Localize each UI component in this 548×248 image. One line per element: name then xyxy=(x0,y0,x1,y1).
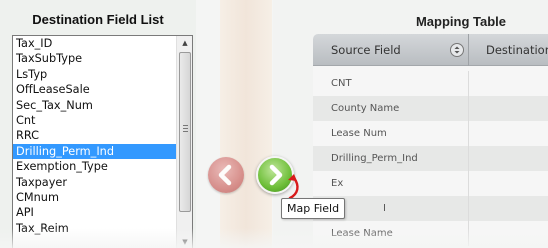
list-item[interactable]: Tax_ID xyxy=(13,36,177,51)
panel-divider xyxy=(220,0,272,248)
list-item[interactable]: CMnum xyxy=(13,190,177,205)
table-header: Source Field Destination xyxy=(313,34,548,66)
list-item[interactable]: Taxpayer xyxy=(13,175,177,190)
source-field-cell: Drilling_Perm_Ind xyxy=(331,153,418,164)
list-item[interactable]: Cnt xyxy=(13,113,177,128)
map-field-tooltip: Map Field xyxy=(281,198,346,219)
mapping-table-title: Mapping Table xyxy=(415,14,507,29)
column-separator xyxy=(468,146,469,171)
column-header-source-field[interactable]: Source Field xyxy=(331,34,401,66)
scroll-thumb[interactable] xyxy=(179,52,191,212)
unmap-field-button[interactable] xyxy=(208,157,244,193)
column-separator xyxy=(468,171,469,196)
table-row[interactable]: Lease Name xyxy=(313,221,548,246)
list-item[interactable]: RRC xyxy=(13,128,177,143)
column-separator xyxy=(468,121,469,146)
list-item[interactable]: Tax_Reim xyxy=(13,221,177,236)
list-scrollbar[interactable]: ▲ ▼ xyxy=(176,36,192,248)
mapping-table: Source Field Destination CNT County Name… xyxy=(313,34,548,248)
column-separator xyxy=(468,71,469,96)
destination-field-panel: Destination Field List Tax_ID TaxSubType… xyxy=(0,0,196,248)
curved-arrow-icon xyxy=(288,174,299,200)
table-row[interactable]: County Name xyxy=(313,96,548,121)
list-item[interactable]: TaxSubType xyxy=(13,51,177,66)
list-item[interactable]: LsTyp xyxy=(13,67,177,82)
source-field-cell: Lease Name xyxy=(331,228,393,239)
list-item-selected[interactable]: Drilling_Perm_Ind xyxy=(13,143,177,160)
list-item[interactable]: Sec_Tax_Num xyxy=(13,98,177,113)
column-separator xyxy=(468,221,469,246)
source-field-cell: Lease Num xyxy=(331,128,387,139)
table-row[interactable]: I xyxy=(313,196,548,221)
column-separator xyxy=(468,96,469,121)
list-item[interactable]: API xyxy=(13,205,177,220)
source-field-cell: I xyxy=(383,203,386,214)
list-item[interactable]: Exemption_Type xyxy=(13,159,177,174)
list-items: Tax_ID TaxSubType LsTyp OffLeaseSale Sec… xyxy=(13,36,192,236)
chevron-left-icon xyxy=(218,164,232,186)
column-separator xyxy=(468,196,469,221)
grip-icon xyxy=(183,125,188,132)
column-separator xyxy=(468,34,469,66)
table-row[interactable]: Drilling_Perm_Ind xyxy=(313,146,548,171)
source-field-cell: CNT xyxy=(331,78,352,89)
destination-field-list-title: Destination Field List xyxy=(32,12,164,27)
destination-field-list[interactable]: Tax_ID TaxSubType LsTyp OffLeaseSale Sec… xyxy=(12,35,193,248)
sort-icon[interactable] xyxy=(450,43,464,57)
source-field-cell: County Name xyxy=(331,103,400,114)
list-item[interactable]: OffLeaseSale xyxy=(13,82,177,97)
source-field-cell: Ex xyxy=(331,178,344,189)
column-header-destination[interactable]: Destination xyxy=(486,34,548,66)
scroll-up-arrow-icon[interactable]: ▲ xyxy=(177,36,192,50)
table-row[interactable]: Ex xyxy=(313,171,548,196)
table-row[interactable]: CNT xyxy=(313,71,548,96)
table-row[interactable]: Lease Num xyxy=(313,121,548,146)
scroll-down-arrow-icon[interactable]: ▼ xyxy=(177,235,192,248)
